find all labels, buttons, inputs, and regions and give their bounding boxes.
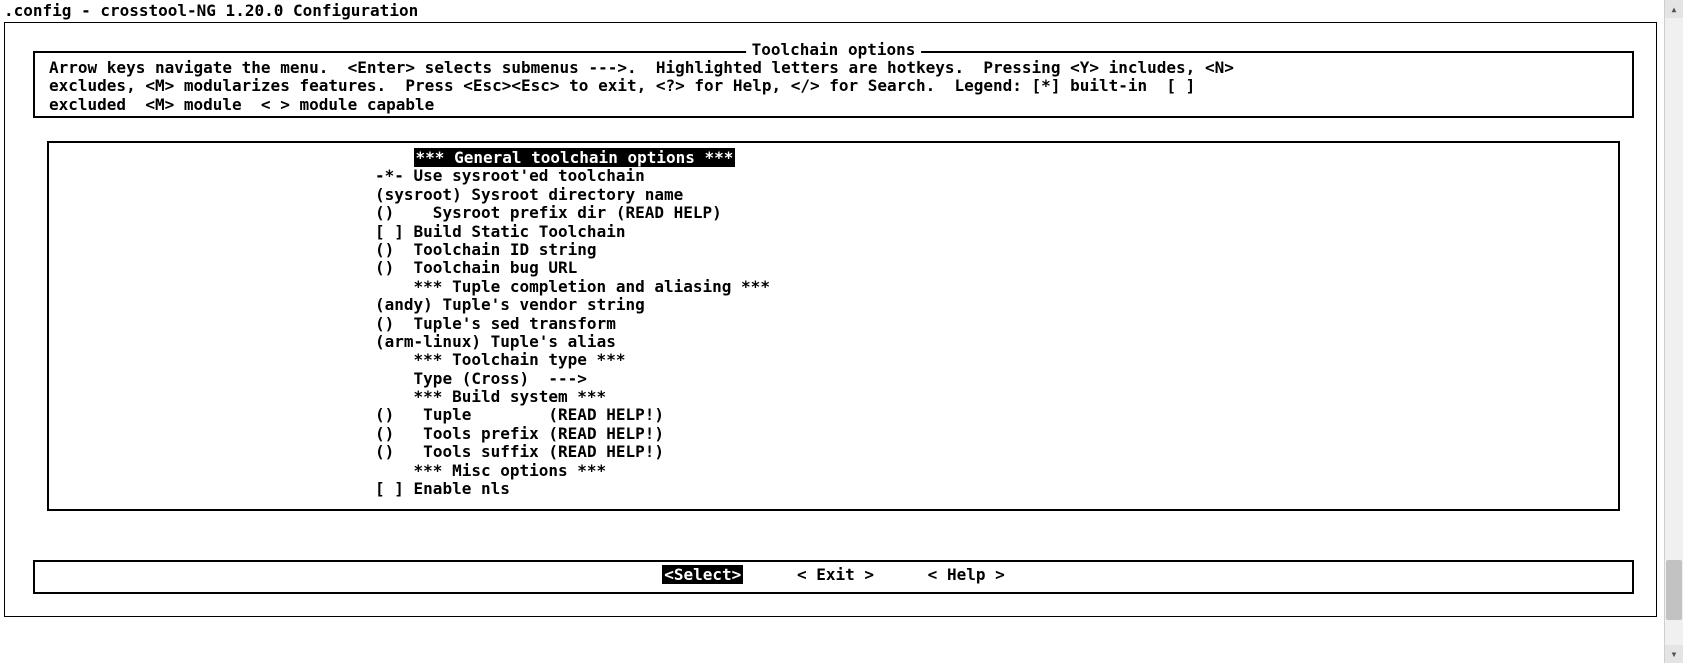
menu-item-11: *** Toolchain type *** xyxy=(375,351,770,369)
vertical-scrollbar[interactable]: ▴ ▾ xyxy=(1664,0,1683,663)
menu-item-7: *** Tuple completion and aliasing *** xyxy=(375,278,770,296)
button-bar: <Select> < Exit > < Help > xyxy=(33,560,1634,594)
menu-item-14[interactable]: () Tuple (READ HELP!) xyxy=(375,406,770,424)
exit-button[interactable]: < Exit > xyxy=(797,566,874,584)
menu-item-3[interactable]: () Sysroot prefix dir (READ HELP) xyxy=(375,204,770,222)
menu-list[interactable]: *** General toolchain options ***-*- Use… xyxy=(47,141,1620,511)
help-button[interactable]: < Help > xyxy=(928,566,1005,584)
menu-item-13: *** Build system *** xyxy=(375,388,770,406)
select-button[interactable]: <Select> xyxy=(662,566,743,584)
panel-title: Toolchain options xyxy=(746,41,922,59)
menu-item-8[interactable]: (andy) Tuple's vendor string xyxy=(375,296,770,314)
menu-item-0: *** General toolchain options *** xyxy=(375,149,770,167)
menu-item-1[interactable]: -*- Use sysroot'ed toolchain xyxy=(375,167,770,185)
main-frame: Toolchain options Arrow keys navigate th… xyxy=(4,22,1657,617)
menu-item-18[interactable]: [ ] Enable nls xyxy=(375,480,770,498)
menu-item-5[interactable]: () Toolchain ID string xyxy=(375,241,770,259)
menu-item-10[interactable]: (arm-linux) Tuple's alias xyxy=(375,333,770,351)
help-text: Arrow keys navigate the menu. <Enter> se… xyxy=(49,59,1618,114)
menu-item-2[interactable]: (sysroot) Sysroot directory name xyxy=(375,186,770,204)
window-title: .config - crosstool-NG 1.20.0 Configurat… xyxy=(4,2,418,20)
scrollbar-thumb[interactable] xyxy=(1666,560,1682,620)
menu-item-4[interactable]: [ ] Build Static Toolchain xyxy=(375,223,770,241)
menu-item-16[interactable]: () Tools suffix (READ HELP!) xyxy=(375,443,770,461)
menu-item-15[interactable]: () Tools prefix (READ HELP!) xyxy=(375,425,770,443)
menu-item-12[interactable]: Type (Cross) ---> xyxy=(375,370,770,388)
scroll-down-icon[interactable]: ▾ xyxy=(1665,645,1683,663)
menu-item-9[interactable]: () Tuple's sed transform xyxy=(375,315,770,333)
help-panel: Toolchain options Arrow keys navigate th… xyxy=(33,51,1634,118)
menu-item-17: *** Misc options *** xyxy=(375,462,770,480)
scroll-up-icon[interactable]: ▴ xyxy=(1665,0,1683,18)
menu-item-6[interactable]: () Toolchain bug URL xyxy=(375,259,770,277)
